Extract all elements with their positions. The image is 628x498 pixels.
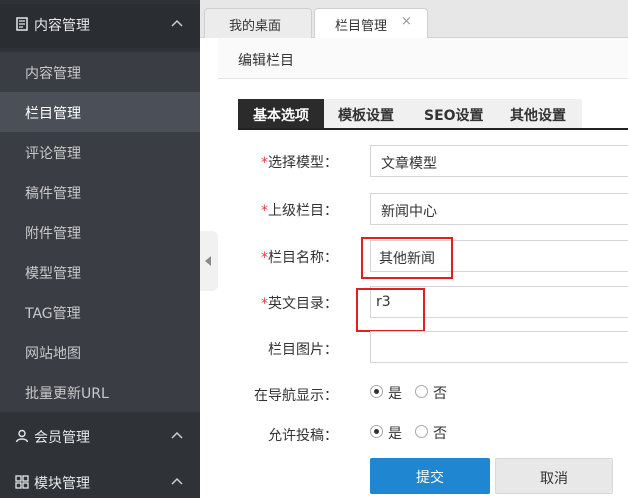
form-tab-label: 模板设置 <box>338 108 394 124</box>
field-label: 在导航显示： <box>254 388 338 404</box>
sidebar-group-label: 会员管理 <box>34 430 90 446</box>
field-label: 选择模型： <box>268 155 338 171</box>
button-label: 取消 <box>540 471 568 487</box>
grid-icon <box>15 475 29 489</box>
chevron-up-icon <box>171 477 183 485</box>
dir-label: *英文目录： <box>228 293 338 313</box>
chevron-left-icon <box>205 256 211 266</box>
radio-label: 否 <box>433 386 447 402</box>
chevron-up-icon <box>171 431 183 439</box>
sidebar-item-label: 栏目管理 <box>25 106 81 122</box>
parent-select[interactable]: 新闻中心 <box>370 193 628 225</box>
form-tab-label: 基本选项 <box>253 108 309 124</box>
radio-label: 否 <box>433 426 447 442</box>
required-mark: * <box>261 250 268 266</box>
main-content: 编辑栏目 基本选项 模板设置 SEO设置 其他设置 *选择模型： 文章模型 *上… <box>218 38 628 498</box>
required-mark: * <box>261 155 268 171</box>
tab-label: 栏目管理 <box>335 19 388 34</box>
highlight-box <box>356 288 425 332</box>
radio-nav-yes[interactable] <box>370 385 383 398</box>
field-label: 栏目名称： <box>268 250 338 266</box>
sidebar-item-column[interactable]: 栏目管理 <box>0 92 200 132</box>
close-icon[interactable]: × <box>401 14 412 29</box>
panel-header: 编辑栏目 <box>218 38 628 79</box>
nav-show-label: 在导航显示： <box>228 385 338 405</box>
tab-other-settings[interactable]: 其他设置 <box>496 99 582 128</box>
sidebar-item-model[interactable]: 模型管理 <box>0 252 200 292</box>
tab-basic-options[interactable]: 基本选项 <box>238 99 324 128</box>
sidebar-item-label: 批量更新URL <box>25 386 109 402</box>
sidebar-item-attachment[interactable]: 附件管理 <box>0 212 200 252</box>
submit-button[interactable]: 提交 <box>370 458 490 494</box>
chevron-up-icon <box>171 19 183 27</box>
sidebar-item-label: TAG管理 <box>25 306 81 322</box>
sidebar-group-label: 模块管理 <box>34 476 90 492</box>
document-icon <box>16 17 28 31</box>
sidebar-item-label: 内容管理 <box>25 66 81 82</box>
radio-nav-no[interactable] <box>415 385 428 398</box>
form-tabs: 基本选项 模板设置 SEO设置 其他设置 <box>238 99 628 130</box>
required-mark: * <box>261 203 268 219</box>
nav-show-radio-group: 是 否 <box>370 384 490 402</box>
radio-submit-no[interactable] <box>415 425 428 438</box>
sidebar-group-content[interactable]: 内容管理 <box>0 4 200 48</box>
sidebar-item-label: 网站地图 <box>25 346 81 362</box>
field-label: 栏目图片： <box>268 342 338 358</box>
sidebar-item-tag[interactable]: TAG管理 <box>0 292 200 332</box>
user-icon <box>15 429 29 443</box>
field-label: 英文目录： <box>268 296 338 312</box>
sidebar: 内容管理 内容管理 栏目管理 评论管理 稿件管理 附件管理 模型管理 TAG管理… <box>0 0 200 498</box>
sidebar-item-manuscript[interactable]: 稿件管理 <box>0 172 200 212</box>
tab-column-manage[interactable]: 栏目管理 × <box>314 8 428 39</box>
highlight-box <box>361 237 453 279</box>
cancel-button[interactable]: 取消 <box>495 458 613 494</box>
sidebar-item-comment[interactable]: 评论管理 <box>0 132 200 172</box>
parent-label: *上级栏目： <box>228 200 338 220</box>
tab-my-desktop[interactable]: 我的桌面 <box>204 8 312 38</box>
sidebar-item-label: 稿件管理 <box>25 186 81 202</box>
image-label: 栏目图片： <box>228 339 338 359</box>
sidebar-item-label: 评论管理 <box>25 146 81 162</box>
field-label: 允许投稿： <box>268 428 338 444</box>
parent-value: 新闻中心 <box>381 204 437 220</box>
model-select[interactable]: 文章模型 <box>370 145 628 177</box>
page-title: 编辑栏目 <box>238 53 294 69</box>
sidebar-item-batch-url[interactable]: 批量更新URL <box>0 372 200 412</box>
form-tab-label: SEO设置 <box>424 108 484 124</box>
image-field[interactable] <box>370 331 628 363</box>
column-name-label: *栏目名称： <box>228 247 338 267</box>
radio-label: 是 <box>388 386 402 402</box>
allow-submit-radio-group: 是 否 <box>370 424 490 442</box>
sidebar-item-label: 附件管理 <box>25 226 81 242</box>
form-tab-label: 其他设置 <box>510 108 566 124</box>
radio-label: 是 <box>388 426 402 442</box>
sidebar-group-label: 内容管理 <box>34 18 90 34</box>
tab-label: 我的桌面 <box>229 19 282 34</box>
tab-seo-settings[interactable]: SEO设置 <box>410 99 496 128</box>
sidebar-collapse-handle[interactable] <box>200 231 218 291</box>
sidebar-item-label: 模型管理 <box>25 266 81 282</box>
model-value: 文章模型 <box>381 156 437 172</box>
model-label: *选择模型： <box>228 152 338 172</box>
field-label: 上级栏目： <box>268 203 338 219</box>
sidebar-group-module[interactable]: 模块管理 <box>0 462 200 498</box>
required-mark: * <box>261 296 268 312</box>
radio-submit-yes[interactable] <box>370 425 383 438</box>
tab-bar: 我的桌面 栏目管理 × <box>200 0 628 39</box>
allow-submit-label: 允许投稿： <box>228 425 338 445</box>
sidebar-group-member[interactable]: 会员管理 <box>0 416 200 456</box>
sidebar-item-sitemap[interactable]: 网站地图 <box>0 332 200 372</box>
sidebar-item-content[interactable]: 内容管理 <box>0 52 200 92</box>
button-label: 提交 <box>416 470 444 486</box>
tab-template-settings[interactable]: 模板设置 <box>324 99 410 128</box>
